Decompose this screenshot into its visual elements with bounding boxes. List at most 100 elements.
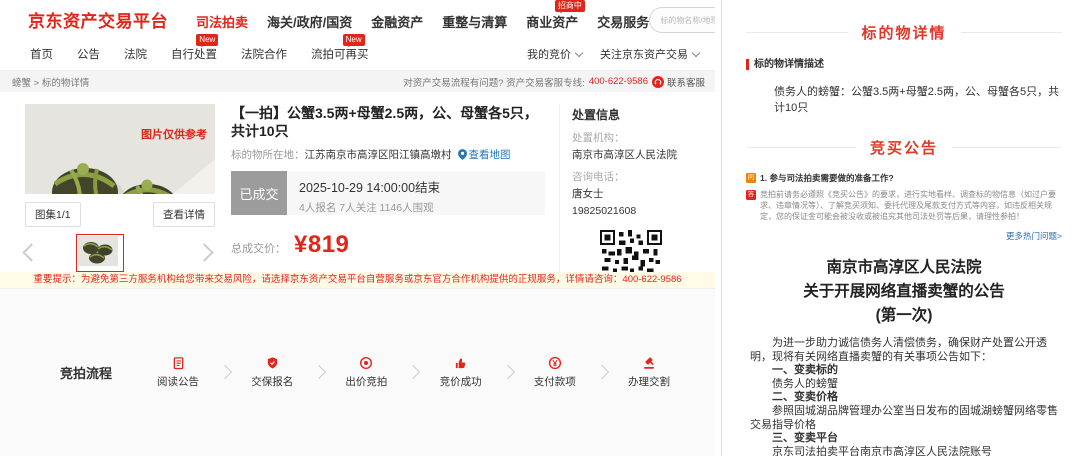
subnav-self-disposal-label: 自行处置 (171, 49, 217, 61)
notice-section-header: 竞买公告 (746, 137, 1062, 158)
faq-answer: 竞拍前请务必遵照《竞买公告》的要求，进行实地看样、调查标的物信息（如过户要求、违… (760, 189, 1062, 222)
chevron-right-icon (406, 365, 420, 379)
lot-detail-column: 【一拍】公蟹3.5两+母蟹2.5两，公、母蟹各5只，共计10只 标的物所在地： … (215, 104, 559, 272)
follow-label: 关注京东资产交易 (600, 46, 688, 62)
announcement-paragraph: 为进一步助力诚信债务人清偿债务，确保财产处置公开透明，现将有关网络直播卖蟹的有关… (750, 337, 1058, 364)
nav-judicial-auction[interactable]: 司法拍卖 (196, 12, 248, 31)
faq-answer-row: 答 竞拍前请务必遵照《竞买公告》的要求，进行实地看样、调查标的物信息（如过户要求… (746, 189, 1062, 222)
disposal-org-label: 处置机构： (572, 130, 690, 145)
chevron-right-icon (501, 365, 515, 379)
contact-service-link[interactable]: 联系客服 (652, 75, 705, 89)
subnav-rebuy-label: 流拍可再买 (311, 49, 369, 61)
announcement-heading: 二、变卖价格 (750, 391, 1058, 405)
recruiting-badge: 招商中 (555, 0, 585, 12)
announcement-paragraph: 京东司法拍卖平台南京市高淳区人民法院账号 (750, 446, 1058, 456)
breadcrumb[interactable]: 螃蟹 > 标的物详情 (12, 75, 89, 89)
hotline-help-text: 对资产交易流程有问题? 资产交易客服专线: (403, 75, 585, 89)
divider (746, 32, 848, 33)
product-image[interactable]: JD.COM 京东 图片仅供参考 (25, 104, 215, 194)
risk-warning-banner: 重要提示：为避免第三方服务机构给您带来交易风险，请选择京东资产交易平台自营服务或… (0, 272, 715, 288)
follow-dropdown[interactable]: 关注京东资产交易 (600, 46, 699, 62)
notice-section-title: 竞买公告 (870, 137, 938, 158)
process-label: 竞拍流程 (60, 363, 112, 382)
nav-commercial-assets[interactable]: 招商中 商业资产 (526, 12, 578, 31)
location-value: 江苏南京市高淳区阳江镇高墩村 (305, 147, 452, 162)
status-body: 2025-10-29 14:00:00结束 4人报名 7人关注 1146人围观 (287, 171, 452, 215)
nav-commercial-assets-label: 商业资产 (526, 15, 578, 30)
nav-trade-services[interactable]: 交易服务 (597, 12, 649, 31)
view-map-link[interactable]: 查看地图 (454, 147, 511, 162)
divider (952, 147, 1062, 148)
status-badge: 已成交 (231, 171, 287, 215)
step-transfer: 办理交割 (617, 356, 681, 389)
header-user-links: 我的竞价 关注京东资产交易 (527, 46, 699, 62)
faq-question-row: 问 1. 参与司法拍卖需要做的准备工作? (746, 172, 1062, 184)
mobile-bid-qr-code (600, 230, 662, 272)
nav-customs-gov[interactable]: 海关/政府/国资 (267, 12, 352, 31)
contact-service-label: 联系客服 (667, 75, 705, 89)
site-logo[interactable]: 京东资产交易平台 (28, 7, 168, 32)
breadcrumb-bar: 螃蟹 > 标的物详情 对资产交易流程有问题? 资产交易客服专线: 400-622… (0, 71, 715, 92)
subnav-self-disposal[interactable]: New 自行处置 (171, 46, 217, 62)
announcement-title-line3: (第一次) (746, 304, 1062, 328)
service-hotline-area: 对资产交易流程有问题? 资产交易客服专线: 400-622-9586 联系客服 (403, 75, 705, 89)
search-input[interactable] (649, 7, 715, 33)
thumbnail-strip (25, 234, 215, 272)
top-header: 京东资产交易平台 司法拍卖 海关/政府/国资 金融资产 重整与清算 招商中 商业… (0, 0, 715, 38)
chevron-down-icon (692, 48, 700, 56)
album-tab[interactable]: 图集1/1 (25, 202, 81, 227)
step-label: 出价竞拍 (345, 374, 387, 389)
announcement-icon (172, 356, 185, 371)
sub-nav: 首页 公告 法院 New 自行处置 法院合作 New 流拍可再买 (30, 46, 369, 62)
nav-financial-assets[interactable]: 金融资产 (371, 12, 423, 31)
announcement-paragraph: 参照固城湖品牌管理办公室当日发布的固城湖螃蟹网络零售交易指导价格 (750, 405, 1058, 432)
detail-section-header: 标的物详情 (746, 22, 1062, 43)
chevron-down-icon (575, 48, 583, 56)
my-bids-label: 我的竞价 (527, 46, 571, 62)
announcement-heading: 一、变卖标的 (750, 364, 1058, 378)
thumbs-up-icon (454, 356, 467, 371)
subnav-courts[interactable]: 法院 (124, 46, 147, 62)
view-detail-button[interactable]: 查看详情 (153, 202, 215, 227)
announcement-title-line1: 南京市高淳区人民法院 (746, 256, 1062, 280)
image-disclaimer: 图片仅供参考 (141, 126, 207, 142)
prev-thumbnail-arrow[interactable] (22, 243, 40, 261)
my-bids-dropdown[interactable]: 我的竞价 (527, 46, 582, 62)
question-icon: 问 (746, 173, 756, 183)
step-label: 竞价成功 (440, 374, 482, 389)
subnav-home[interactable]: 首页 (30, 46, 53, 62)
step-deposit-signup: 交保报名 (240, 356, 304, 389)
lot-title: 【一拍】公蟹3.5两+母蟹2.5两，公、母蟹各5只，共计10只 (231, 104, 545, 140)
auction-process-bar: 竞拍流程 阅读公告 交保报名 (0, 288, 715, 456)
lot-main-content: JD.COM 京东 图片仅供参考 图集1/1 查看详情 (0, 92, 715, 272)
gallery-actions: 图集1/1 查看详情 (25, 202, 215, 227)
disposal-org-value: 南京市高淳区人民法院 (572, 148, 690, 162)
more-questions-link[interactable]: 更多热门问题> (746, 230, 1062, 242)
subnav-court-cooperation[interactable]: 法院合作 (241, 46, 287, 62)
divider (961, 32, 1063, 33)
shield-icon (266, 356, 279, 371)
subnav-rebuy[interactable]: New 流拍可再买 (311, 46, 369, 62)
disposal-info-column: 处置信息 处置机构： 南京市高淳区人民法院 咨询电话： 唐女士 19825021… (559, 104, 690, 272)
page-root: 京东资产交易平台 司法拍卖 海关/政府/国资 金融资产 重整与清算 招商中 商业… (0, 0, 1080, 456)
new-badge: New (343, 34, 365, 46)
next-thumbnail-arrow[interactable] (195, 243, 213, 261)
chevron-right-icon (312, 365, 326, 379)
step-label: 交保报名 (251, 374, 293, 389)
announcement-paragraph: 债务人的螃蟹 (750, 378, 1058, 392)
chevron-right-icon (595, 365, 609, 379)
hotline-number: 400-622-9586 (589, 76, 648, 87)
main-nav: 司法拍卖 海关/政府/国资 金融资产 重整与清算 招商中 商业资产 交易服务 (196, 12, 649, 31)
step-label: 办理交割 (628, 374, 670, 389)
lot-description-text: 债务人的螃蟹：公蟹3.5两+母蟹2.5两，公、母蟹各5只，共计10只 (746, 83, 1062, 115)
thumbnail-selected[interactable] (76, 234, 124, 272)
disposal-info-title: 处置信息 (572, 106, 690, 123)
faq-question: 1. 参与司法拍卖需要做的准备工作? (760, 172, 894, 184)
auction-detail-pane: 京东资产交易平台 司法拍卖 海关/政府/国资 金融资产 重整与清算 招商中 商业… (0, 0, 715, 456)
auction-status-box: 已成交 2025-10-29 14:00:00结束 4人报名 7人关注 1146… (231, 171, 545, 215)
answer-icon: 答 (746, 190, 756, 200)
subnav-announcements[interactable]: 公告 (77, 46, 100, 62)
step-read-announcement: 阅读公告 (146, 356, 210, 389)
nav-restructuring[interactable]: 重整与清算 (442, 12, 507, 31)
faq-block: 问 1. 参与司法拍卖需要做的准备工作? 答 竞拍前请务必遵照《竞买公告》的要求… (746, 172, 1062, 242)
